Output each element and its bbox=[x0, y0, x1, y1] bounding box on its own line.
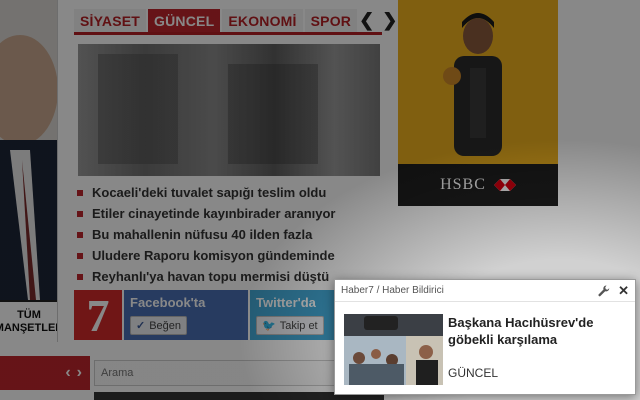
social-row: 7 Facebook'ta ✓ Beğen Twitter'da 🐦 Takip… bbox=[74, 290, 374, 341]
bottom-nav-strip: ‹ › bbox=[0, 356, 90, 390]
ad-person-illustration bbox=[443, 13, 502, 156]
headline-text: Bu mahallenin nüfusu 40 ilden fazla bbox=[92, 227, 313, 242]
facebook-title: Facebook'ta bbox=[130, 295, 206, 310]
wrench-icon[interactable] bbox=[598, 284, 610, 297]
image-blur-shape bbox=[98, 54, 178, 164]
facebook-box: Facebook'ta ✓ Beğen bbox=[124, 290, 248, 340]
hsbc-hexagon-icon bbox=[493, 179, 516, 191]
headline-text: Reyhanlı'ya havan topu mermisi düştü bbox=[92, 269, 330, 284]
bullet-icon bbox=[77, 189, 83, 196]
image-blur-shape bbox=[228, 64, 318, 164]
headline-text: Uludere Raporu komisyon gündeminde bbox=[92, 248, 335, 263]
notification-tools: ✕ bbox=[598, 284, 629, 297]
headline-item[interactable]: Uludere Raporu komisyon gündeminde bbox=[74, 245, 384, 266]
notification-header: Haber7 / Haber Bildirici ✕ bbox=[335, 280, 635, 302]
twitter-follow-label: Takip et bbox=[279, 319, 318, 332]
headline-item[interactable]: Bu mahallenin nüfusu 40 ilden fazla bbox=[74, 224, 384, 245]
ad-brand-bar: HSBC bbox=[398, 164, 558, 206]
all-headlines-line2: MANŞETLER bbox=[0, 322, 57, 334]
headline-item[interactable]: Kocaeli'deki tuvalet sapığı teslim oldu bbox=[74, 182, 384, 203]
twitter-bird-icon: 🐦 bbox=[262, 320, 276, 332]
tab-ekonomi[interactable]: EKONOMİ bbox=[222, 9, 303, 32]
facebook-like-label: Beğen bbox=[149, 319, 182, 332]
hsbc-advertisement[interactable]: HSBC bbox=[398, 0, 558, 206]
politician-photo bbox=[0, 0, 57, 300]
hsbc-wordmark: HSBC bbox=[440, 176, 486, 193]
bullet-icon bbox=[77, 252, 83, 259]
chevron-left-icon[interactable]: ‹ bbox=[65, 364, 70, 382]
notification-source: Haber7 / Haber Bildirici bbox=[341, 285, 444, 296]
tab-arrows: ❮ ❯ bbox=[359, 9, 401, 32]
bullet-icon bbox=[77, 231, 83, 238]
all-headlines-line1: TÜM bbox=[17, 309, 41, 321]
news-notification-popup[interactable]: Haber7 / Haber Bildirici ✕ Başkana Hacıh… bbox=[334, 279, 636, 395]
category-tabs: SİYASET GÜNCEL EKONOMİ SPOR ❮ ❯ bbox=[74, 9, 397, 35]
tab-guncel[interactable]: GÜNCEL bbox=[148, 9, 221, 32]
close-icon[interactable]: ✕ bbox=[618, 284, 629, 297]
headline-list: Kocaeli'deki tuvalet sapığı teslim oldu … bbox=[74, 182, 384, 287]
twitter-follow-button[interactable]: 🐦 Takip et bbox=[256, 316, 324, 335]
headline-text: Kocaeli'deki tuvalet sapığı teslim oldu bbox=[92, 185, 327, 200]
chevron-left-icon[interactable]: ❮ bbox=[359, 10, 374, 31]
thumbs-up-icon: ✓ bbox=[136, 320, 146, 332]
bullet-icon bbox=[77, 273, 83, 280]
all-headlines-link[interactable]: TÜM MANŞETLER bbox=[0, 300, 57, 342]
featured-news-image[interactable] bbox=[78, 44, 380, 176]
notification-thumbnail[interactable] bbox=[344, 314, 443, 385]
haber7-logo[interactable]: 7 bbox=[74, 290, 122, 341]
chevron-right-icon[interactable]: ❯ bbox=[382, 10, 397, 31]
left-manset-column[interactable]: TÜM MANŞETLER bbox=[0, 0, 58, 342]
headline-item[interactable]: Etiler cinayetinde kayınbirader aranıyor bbox=[74, 203, 384, 224]
tab-spor[interactable]: SPOR bbox=[304, 9, 358, 32]
facebook-like-button[interactable]: ✓ Beğen bbox=[130, 316, 188, 335]
tab-siyaset[interactable]: SİYASET bbox=[74, 9, 147, 32]
headline-text: Etiler cinayetinde kayınbirader aranıyor bbox=[92, 206, 336, 221]
bullet-icon bbox=[77, 210, 83, 217]
notification-category: GÜNCEL bbox=[448, 366, 499, 380]
notification-headline[interactable]: Başkana Hacıhüsrev'de göbekli karşılama bbox=[448, 314, 628, 348]
chevron-right-icon[interactable]: › bbox=[77, 364, 82, 382]
